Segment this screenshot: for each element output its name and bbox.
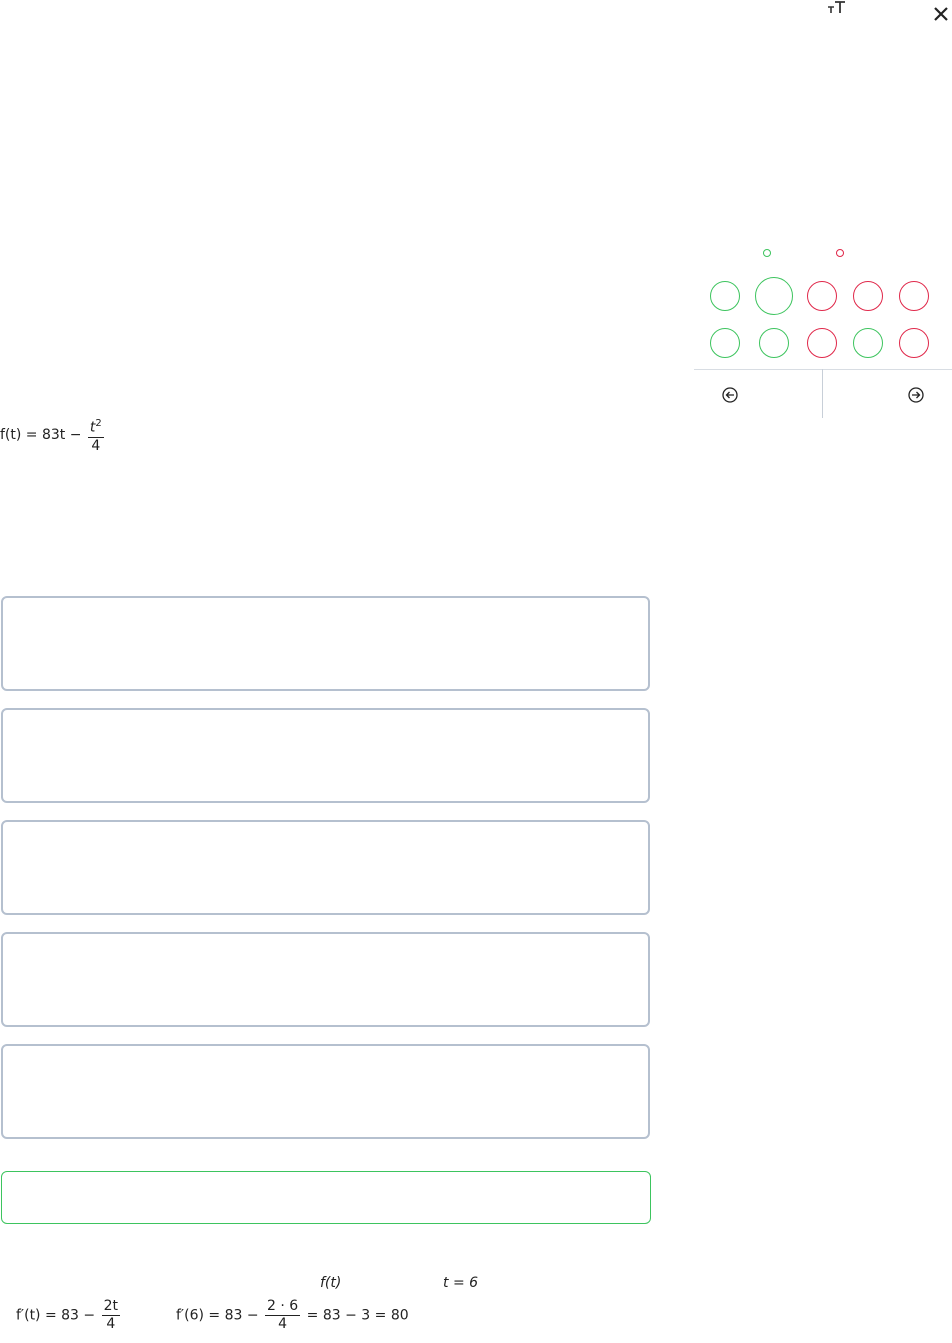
function-lhs: f(t) = 83t − [0,426,82,443]
solution-t-value: t = 6 [443,1275,479,1291]
derivative-fraction: 2t 4 [101,1298,121,1333]
question-indicator-6[interactable] [710,328,740,358]
answer-option-1[interactable] [1,596,650,691]
derivative-lhs: f′(t) = 83 − [16,1307,96,1324]
answer-option-4[interactable] [1,932,650,1027]
eval-den: 4 [278,1316,288,1332]
eval-fraction: 2 · 6 4 [265,1298,301,1333]
function-frac-exp: 2 [95,418,102,429]
question-indicator-3[interactable] [807,281,837,311]
question-indicator-9[interactable] [853,328,883,358]
answer-option-5[interactable] [1,1044,650,1139]
derivative-num: 2t [101,1298,121,1316]
question-indicator-5[interactable] [899,281,929,311]
close-icon[interactable] [933,6,949,22]
question-indicator-1[interactable] [710,281,740,311]
answer-option-3[interactable] [1,820,650,915]
question-indicator-8[interactable] [807,328,837,358]
question-indicator-10[interactable] [899,328,929,358]
legend-correct-dot [763,249,771,257]
question-indicator-4[interactable] [853,281,883,311]
question-function: f(t) = 83t − t2 4 [0,415,106,455]
solution-derivative: f′(t) = 83 − 2t 4 [16,1298,122,1333]
derivative-den: 4 [106,1316,116,1332]
correct-answer-box [1,1171,651,1224]
question-indicator-2-current[interactable] [755,277,793,315]
text-size-icon[interactable] [826,0,848,18]
function-fraction: t2 4 [87,415,104,455]
nav-divider [822,369,823,418]
solution-f-of-t: f(t) [320,1275,342,1291]
eval-num: 2 · 6 [265,1298,301,1316]
eval-lhs: f′(6) = 83 − [176,1307,259,1324]
legend-incorrect-dot [836,249,844,257]
arrow-right-circle-icon[interactable] [908,387,924,403]
function-frac-den: 4 [91,437,101,454]
solution-evaluation: f′(6) = 83 − 2 · 6 4 = 83 − 3 = 80 [176,1298,409,1333]
answer-option-2[interactable] [1,708,650,803]
eval-rhs: = 83 − 3 = 80 [306,1307,409,1324]
question-indicator-7[interactable] [759,328,789,358]
arrow-left-circle-icon[interactable] [722,387,738,403]
